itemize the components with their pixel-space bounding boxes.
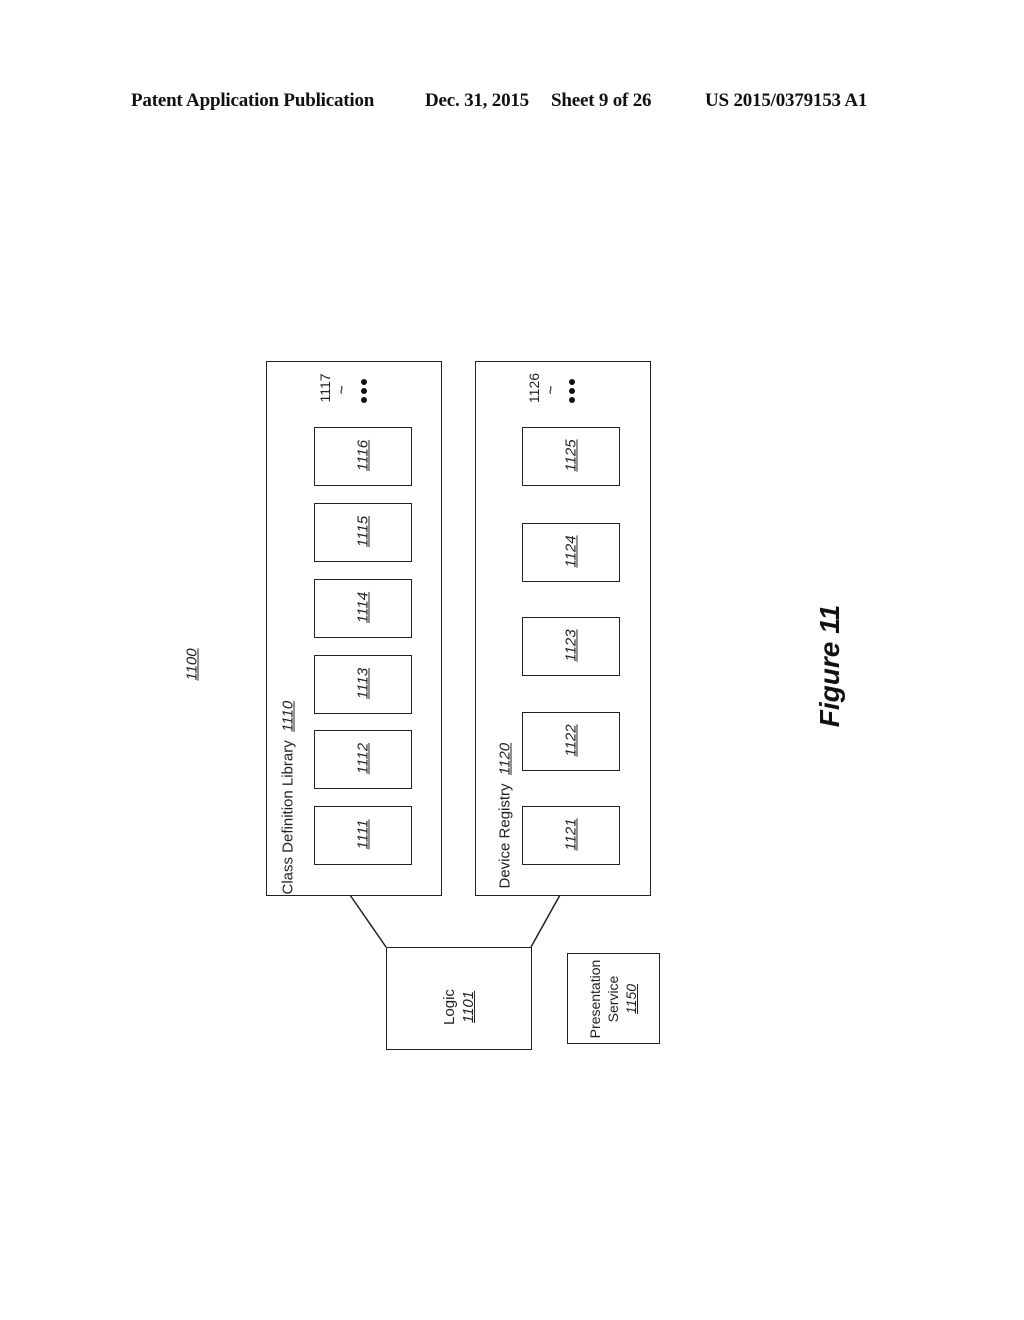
figure-caption: Figure 11 [814, 604, 845, 728]
connector-registry-logic [530, 894, 561, 948]
device-registry-label: Device Registry [496, 783, 514, 889]
presentation-service-text: Presentation Service 1150 [586, 949, 640, 1049]
presentation-ref: 1150 [623, 983, 639, 1015]
ellipsis-dot-icon [569, 379, 575, 385]
logic-ref: 1101 [460, 990, 477, 1024]
ellipsis-dot-icon [569, 397, 575, 403]
ellipsis-dot-icon [361, 388, 367, 394]
class-library-label: Class Definition Library [279, 740, 297, 895]
ellipsis-dot-icon [361, 379, 367, 385]
ellipsis-dot-icon [361, 397, 367, 403]
presentation-label-line2: Service [605, 975, 621, 1023]
class-library-item-ref: 1112 [354, 742, 372, 775]
device-registry-leader-icon: ~ [543, 385, 560, 395]
class-library-item-ref: 1113 [354, 667, 372, 700]
connector-library-logic [349, 894, 387, 948]
class-library-leader-icon: ~ [334, 385, 351, 395]
class-library-item-ref: 1115 [354, 515, 372, 548]
class-library-item-ref: 1111 [354, 819, 372, 850]
device-registry-item-ref: 1124 [562, 535, 580, 568]
logic-label: Logic [441, 989, 458, 1025]
class-library-item-ref: 1116 [354, 439, 372, 472]
class-library-item-ref: 1114 [354, 591, 372, 624]
class-library-title: Class Definition Library 1110 [280, 695, 297, 895]
device-registry-item-ref: 1121 [562, 818, 580, 851]
device-registry-more-ref: 1126 [526, 372, 542, 404]
class-library-ref: 1110 [279, 700, 297, 732]
logic-text: Logic 1101 [440, 957, 478, 1057]
presentation-label-line1: Presentation [587, 959, 603, 1039]
device-registry-item-ref: 1123 [562, 629, 580, 662]
device-registry-ref: 1120 [496, 742, 514, 776]
ellipsis-dot-icon [569, 388, 575, 394]
device-registry-title: Device Registry 1120 [496, 743, 514, 889]
device-registry-item-ref: 1122 [562, 724, 580, 757]
class-library-more-ref: 1117 [317, 373, 333, 403]
device-registry-item-ref: 1125 [562, 439, 580, 472]
